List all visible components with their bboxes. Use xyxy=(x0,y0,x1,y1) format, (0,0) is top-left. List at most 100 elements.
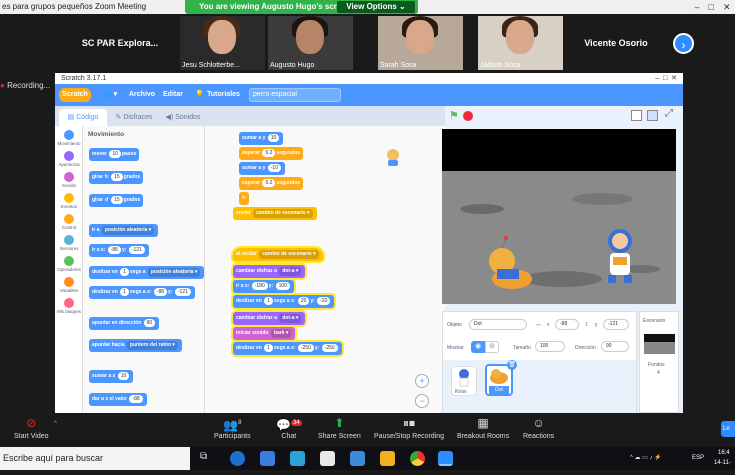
block-input[interactable]: 10 xyxy=(117,372,130,380)
block-input[interactable]: 1 xyxy=(120,288,130,296)
palette-block[interactable]: apuntar hacia puntero del ratón ▾ xyxy=(89,339,182,352)
zoom-app-icon[interactable] xyxy=(438,451,453,466)
show-eye-icon[interactable]: ◉ xyxy=(471,341,485,353)
block-input[interactable]: 1 xyxy=(264,297,274,305)
delete-icon[interactable]: 🗑 xyxy=(507,360,517,370)
script-block[interactable]: iniciar sonido bark ▾ xyxy=(233,327,296,340)
script-block[interactable]: esperar 0.2 segundos xyxy=(239,177,304,190)
palette-block[interactable]: ir a posición aleatoria ▾ xyxy=(89,224,159,237)
sprite-card-selected[interactable]: Dot 🗑 xyxy=(485,360,517,396)
hide-eye-icon[interactable]: ⊘ xyxy=(485,341,499,353)
block-input[interactable]: -180 xyxy=(251,282,268,290)
block-dropdown[interactable]: cambio de escenario ▾ xyxy=(253,209,313,218)
palette-block[interactable]: deslizar en 1 segs a x: -88 y: -121 xyxy=(89,286,195,299)
block-dropdown[interactable]: cambio de escenario ▾ xyxy=(259,250,319,259)
vscode-icon[interactable] xyxy=(290,451,305,466)
participant-tile-text[interactable]: Vicente Osorio xyxy=(566,16,666,70)
start-video-button[interactable]: ⊘ Start Video xyxy=(14,416,49,440)
leave-button[interactable]: Le xyxy=(721,421,735,437)
edge-icon[interactable] xyxy=(230,451,245,466)
stop-icon[interactable] xyxy=(463,111,473,121)
block-input[interactable]: -88 xyxy=(129,395,143,403)
task-view-icon[interactable]: ⧉ xyxy=(200,451,215,466)
block-input[interactable]: -88 xyxy=(107,246,121,254)
category-variables[interactable]: Variables xyxy=(55,277,83,293)
language-menu[interactable]: 🌐 ▾ xyxy=(103,84,117,106)
close-icon[interactable]: ✕ xyxy=(723,0,731,14)
green-flag-icon[interactable]: ⚑ xyxy=(449,109,459,122)
mail-icon[interactable] xyxy=(350,451,365,466)
chrome-icon[interactable] xyxy=(410,451,425,466)
block-input[interactable]: -121 xyxy=(174,288,191,296)
zoom-in-button[interactable]: + xyxy=(415,374,429,388)
category-sensores[interactable]: Sensores xyxy=(55,235,83,251)
fullscreen-icon[interactable]: ⤢ xyxy=(665,108,673,119)
palette-block[interactable]: dar a x el valor -88 xyxy=(89,393,147,406)
block-input[interactable]: -20 xyxy=(317,297,331,305)
palette-block[interactable]: apuntar en dirección 90 xyxy=(89,317,160,330)
participants-button[interactable]: 👥8 Participants xyxy=(214,416,251,440)
tab-codigo[interactable]: ▤ Código xyxy=(59,109,107,126)
category-sonido[interactable]: Sonido xyxy=(55,172,83,188)
project-title-input[interactable]: perro espacial xyxy=(249,88,341,102)
menu-tutoriales[interactable]: Tutoriales xyxy=(207,84,240,106)
block-input[interactable]: -250 xyxy=(297,344,314,352)
script-block[interactable]: ↻ xyxy=(239,192,250,205)
block-input[interactable]: 15 xyxy=(111,196,123,204)
palette-block[interactable]: mover 10 pasos xyxy=(89,148,140,161)
participant-tile-text[interactable]: SC PAR Explora... xyxy=(70,16,170,70)
language-indicator[interactable]: ESP xyxy=(692,447,704,470)
script-block[interactable]: cambiar disfraz a dot-a ▾ xyxy=(233,265,306,278)
block-input[interactable]: 20 xyxy=(297,297,310,305)
category-movimiento[interactable]: Movimiento xyxy=(55,130,83,146)
script-block[interactable]: deslizar en 1 segs a x: -250 y: -250 xyxy=(233,342,342,355)
block-dropdown[interactable]: dot-a ▾ xyxy=(279,267,302,276)
folder-icon[interactable] xyxy=(380,451,395,466)
breakout-rooms-button[interactable]: ▦ Breakout Rooms xyxy=(457,416,509,440)
pause-recording-button[interactable]: ⏸⏹ Pause/Stop Recording xyxy=(374,416,444,440)
category-operadores[interactable]: Operadores xyxy=(55,256,83,272)
tray-icons[interactable]: ^ ☁ ▭ ♪ ⚡ xyxy=(630,447,662,470)
script-block[interactable]: sumar a y -10 xyxy=(239,162,285,175)
script-block[interactable]: ir a x: -180 y: 100 xyxy=(233,280,294,293)
large-stage-icon[interactable] xyxy=(647,110,658,121)
menu-archivo[interactable]: Archivo xyxy=(129,84,155,106)
block-input[interactable]: 100 xyxy=(275,282,290,290)
size-input[interactable]: 100 xyxy=(535,341,565,352)
taskbar-search-input[interactable]: Escribe aquí para buscar xyxy=(0,447,190,470)
category-apariencia[interactable]: Apariencia xyxy=(55,151,83,167)
view-options-button[interactable]: View Options ⌄ xyxy=(337,1,415,13)
block-dropdown[interactable]: posición aleatoria ▾ xyxy=(101,226,155,235)
block-input[interactable]: 15 xyxy=(111,173,123,181)
block-dropdown[interactable]: dot-a ▾ xyxy=(279,314,302,323)
participant-tile[interactable]: Jesu Schlotterbe... xyxy=(180,16,265,70)
category-eventos[interactable]: Eventos xyxy=(55,193,83,209)
block-input[interactable]: 10 xyxy=(109,150,121,158)
store-icon[interactable] xyxy=(320,451,335,466)
zoom-out-button[interactable]: − xyxy=(415,394,429,408)
tab-sonidos[interactable]: ◀) Sonidos xyxy=(161,109,205,126)
script-block[interactable]: esperar 0.2 segundos xyxy=(239,147,304,160)
script-block[interactable]: sumar a y 10 xyxy=(239,132,284,145)
block-dropdown[interactable]: bark ▾ xyxy=(270,329,292,338)
scratch-window-controls[interactable]: – □ ✕ xyxy=(655,73,677,84)
script-block[interactable]: deslizar en 1 segs a x: 20 y: -20 xyxy=(233,295,335,308)
dropbox-icon[interactable] xyxy=(260,451,275,466)
block-input[interactable]: -10 xyxy=(267,164,281,172)
block-input[interactable]: 0.2 xyxy=(262,149,276,157)
stage-selector-pane[interactable]: Escenario Fondos 4 xyxy=(639,311,679,413)
scratch-logo[interactable]: Scratch xyxy=(59,88,91,102)
next-page-icon[interactable]: › xyxy=(673,33,694,54)
script-block[interactable]: cambiar disfraz a dot-a ▾ xyxy=(233,312,306,325)
palette-block[interactable]: girar ↻ 15 grados xyxy=(89,171,144,184)
x-input[interactable]: -88 xyxy=(555,319,579,330)
block-input[interactable]: 90 xyxy=(143,319,156,327)
block-dropdown[interactable]: puntero del ratón ▾ xyxy=(126,341,178,350)
maximize-icon[interactable]: □ xyxy=(709,0,714,14)
sprite-card[interactable]: Kiran xyxy=(451,366,477,396)
sprite-name-input[interactable]: Dot xyxy=(469,319,527,330)
block-input[interactable]: 1 xyxy=(120,268,130,276)
block-input[interactable]: 10 xyxy=(267,134,280,142)
palette-block[interactable]: girar ↺ 15 grados xyxy=(89,194,144,207)
block-dropdown[interactable]: posición aleatoria ▾ xyxy=(147,268,201,277)
